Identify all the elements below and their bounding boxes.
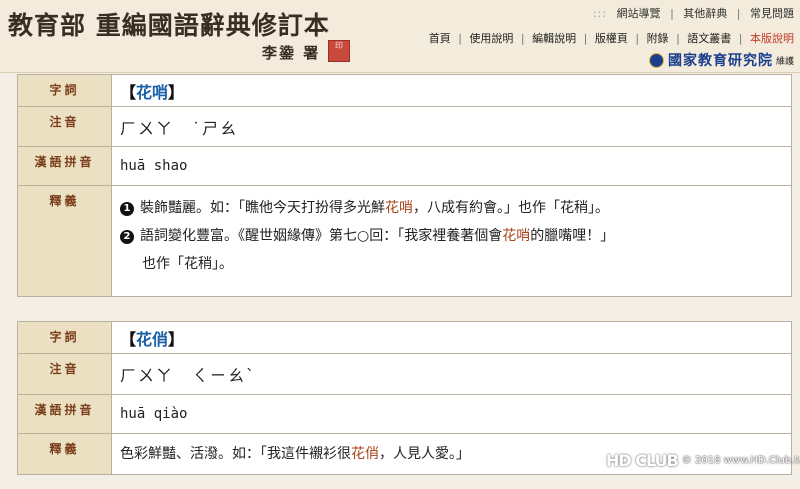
zhuyin-row: 注音 ㄏㄨㄚ ㄑㄧㄠˋ [18, 353, 791, 394]
main-nav: 首頁 | 使用說明 | 編輯說明 | 版權頁 | 附錄 | 語文叢書 | 本版說… [429, 30, 794, 46]
pinyin-value: huā qiào [112, 395, 791, 433]
word-row: 字詞 【花俏】 [18, 322, 791, 353]
utility-nav: ::: 網站導覽 | 其他辭典 | 常見問題 [593, 5, 794, 21]
divider: | [738, 32, 743, 45]
divider: | [635, 32, 640, 45]
nav-usage-guide[interactable]: 使用說明 [469, 32, 513, 45]
nav-language-series[interactable]: 語文叢書 [687, 32, 731, 45]
definition-item: 1 裝飾豔麗。如：「瞧他今天打扮得多光鮮花哨，八成有約會。」也作「花稍」。 [120, 194, 609, 222]
definition-continuation: 也作「花稍」。 [142, 256, 233, 272]
link-other-dictionaries[interactable]: 其他辭典 [683, 7, 727, 20]
pinyin-text: huā qiào [120, 406, 188, 422]
institute-link[interactable]: 國家教育研究院 維護 [648, 50, 794, 70]
nav-home[interactable]: 首頁 [429, 32, 451, 45]
headword-text: 花哨 [136, 82, 169, 102]
pinyin-text: huā shao [120, 158, 188, 174]
pinyin-value: huā shao [112, 147, 791, 185]
pinyin-row: 漢語拼音 huā shao [18, 146, 791, 185]
headword: 【花俏】 [120, 329, 185, 349]
highlighted-word: 花俏 [351, 446, 379, 462]
watermark: HD CLUB © 2018 www.HD.Club.tw [606, 451, 800, 470]
divider: | [520, 32, 525, 45]
divider: | [458, 32, 462, 45]
util-nav-dots: ::: [592, 7, 608, 20]
site-header: 教育部 重編國語辭典修訂本 李鍌 署 印 ::: 網站導覽 | 其他辭典 | 常… [0, 0, 800, 73]
entry-card: 字詞 【花哨】 注音 ㄏㄨㄚ ˙ㄕㄠ 漢語拼音 huā shao 釋義 1 裝飾豔… [17, 74, 792, 297]
definition-item: 色彩鮮豔、活潑。如：「我這件襯衫很花俏，人見人愛。」 [120, 440, 470, 468]
word-label: 字詞 [18, 75, 112, 106]
site-title[interactable]: 教育部 重編國語辭典修訂本 [8, 6, 330, 42]
divider: | [676, 32, 680, 45]
definition-label: 釋義 [18, 434, 112, 474]
word-value: 【花俏】 [112, 322, 791, 353]
definition-row: 釋義 1 裝飾豔麗。如：「瞧他今天打扮得多光鮮花哨，八成有約會。」也作「花稍」。 … [18, 185, 791, 296]
nav-version-notes[interactable]: 本版說明 [750, 32, 794, 45]
divider: | [736, 7, 741, 20]
zhuyin-value: ㄏㄨㄚ ㄑㄧㄠˋ [112, 354, 791, 394]
watermark-logo: HD CLUB [606, 451, 679, 470]
definition-item: 2 語詞變化豐富。《醒世姻緣傳》第七○回：「我家裡養著個會花哨的臘嘴哩！」 [120, 222, 614, 250]
definition-value: 1 裝飾豔麗。如：「瞧他今天打扮得多光鮮花哨，八成有約會。」也作「花稍」。 2 語詞… [112, 186, 791, 296]
zhuyin-text: ㄏㄨㄚ ㄑㄧㄠˋ [120, 366, 257, 385]
divider: | [670, 7, 674, 20]
highlighted-word: 花哨 [385, 200, 413, 216]
definition-text: ，人見人愛。」 [379, 446, 470, 462]
institute-name: 國家教育研究院 [667, 53, 773, 69]
author-signature: 李鍌 署 [262, 44, 321, 62]
zhuyin-row: 注音 ㄏㄨㄚ ˙ㄕㄠ [18, 106, 791, 146]
link-faq[interactable]: 常見問題 [750, 7, 794, 20]
headword: 【花哨】 [120, 82, 185, 102]
zhuyin-value: ㄏㄨㄚ ˙ㄕㄠ [112, 107, 791, 146]
divider: | [583, 32, 588, 45]
nav-editorial-notes[interactable]: 編輯說明 [532, 32, 576, 45]
nav-copyright[interactable]: 版權頁 [595, 32, 628, 45]
highlighted-word: 花哨 [502, 228, 531, 244]
pinyin-label: 漢語拼音 [18, 147, 112, 185]
pinyin-label: 漢語拼音 [18, 395, 112, 433]
word-row: 字詞 【花哨】 [18, 75, 791, 106]
word-value: 【花哨】 [112, 75, 791, 106]
definition-text: 語詞變化豐富。《醒世姻緣傳》第七○回：「我家裡養著個會 [140, 228, 503, 244]
definition-text: 裝飾豔麗。如：「瞧他今天打扮得多光鮮 [140, 200, 385, 216]
definition-text: ，八成有約會。」也作「花稍」。 [413, 200, 609, 216]
headword-text: 花俏 [136, 329, 169, 349]
word-label: 字詞 [18, 322, 112, 353]
maintain-label: 維護 [775, 56, 794, 67]
definition-text: 色彩鮮豔、活潑。如：「我這件襯衫很 [120, 446, 351, 462]
institute-logo-icon [648, 52, 664, 68]
nav-appendix[interactable]: 附錄 [647, 32, 669, 45]
seal-stamp: 印 [328, 40, 350, 62]
zhuyin-label: 注音 [18, 354, 112, 394]
link-site-map[interactable]: 網站導覽 [617, 7, 661, 20]
number-2-icon: 2 [120, 230, 134, 244]
pinyin-row: 漢語拼音 huā qiào [18, 394, 791, 433]
watermark-text: © 2018 www.HD.Club.tw [681, 455, 800, 466]
zhuyin-text: ㄏㄨㄚ ˙ㄕㄠ [120, 118, 239, 138]
zhuyin-label: 注音 [18, 107, 112, 146]
number-1-icon: 1 [120, 202, 134, 216]
definition-label: 釋義 [18, 186, 112, 296]
definition-text: 的臘嘴哩！」 [530, 228, 615, 244]
